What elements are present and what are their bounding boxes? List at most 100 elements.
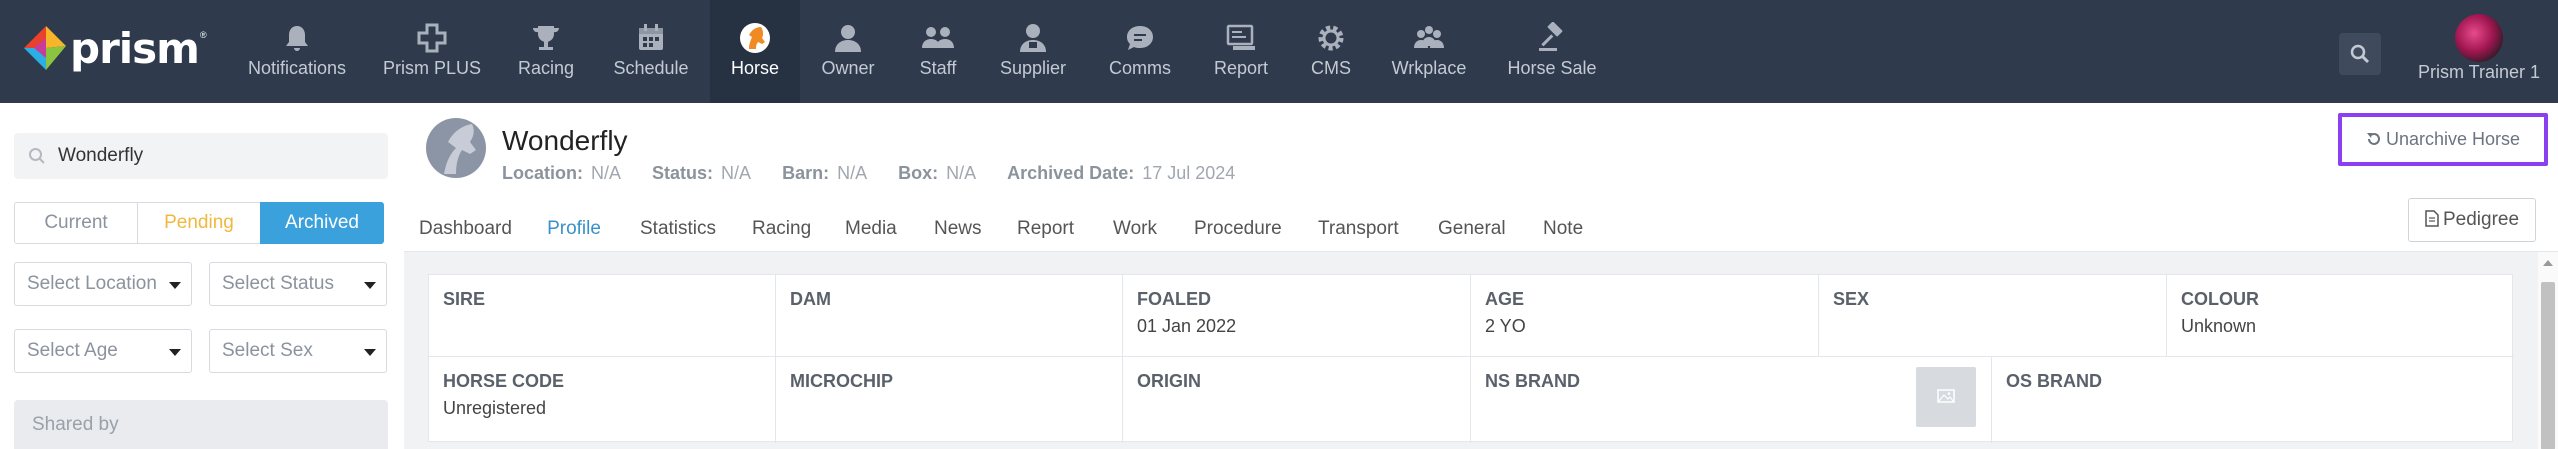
- nav-horse-sale[interactable]: Horse Sale: [1500, 0, 1604, 103]
- nav-racing[interactable]: Racing: [504, 0, 588, 103]
- unarchive-label: Unarchive Horse: [2385, 129, 2521, 149]
- location-label: Location:: [502, 163, 583, 183]
- archived-date-value: 17 Jul 2024: [1142, 163, 1236, 183]
- archived-date-label: Archived Date:: [1007, 163, 1135, 183]
- barn-label: Barn:: [782, 163, 830, 183]
- select-status-dropdown[interactable]: Select Status: [209, 262, 387, 306]
- nav-notifications[interactable]: Notifications: [232, 0, 362, 103]
- user-name: Prism Trainer 1: [2417, 62, 2541, 82]
- shared-by-filter[interactable]: Shared by: [14, 400, 388, 449]
- select-sex-dropdown[interactable]: Select Sex: [209, 329, 387, 373]
- barn-value: N/A: [837, 163, 868, 183]
- bell-icon: [286, 26, 308, 51]
- person-icon: [835, 25, 861, 52]
- location-value: N/A: [591, 163, 622, 183]
- field-label: HORSE CODE: [443, 371, 565, 391]
- horse-meta: Location: N/A Status: N/A Barn: N/A Box: N/A…: [502, 163, 1261, 184]
- nav-prism-plus[interactable]: Prism PLUS: [370, 0, 494, 103]
- select-location-label: Select Location: [27, 273, 157, 294]
- calendar-icon: [639, 24, 663, 50]
- pedigree-label: Pedigree: [2442, 209, 2520, 230]
- scroll-up-arrow-icon[interactable]: [2543, 260, 2553, 266]
- horse-name: Wonderfly: [502, 125, 628, 156]
- user-menu[interactable]: Prism Trainer 1: [2400, 0, 2558, 103]
- horse-list-sidebar: Current Pending Archived Select Location…: [0, 103, 404, 449]
- field-value: Unregistered: [443, 398, 547, 418]
- horse-silhouette-icon: [444, 124, 476, 174]
- profile-card: SIRE DAM FOALED 01 Jan 2022 AGE 2 YO SEX…: [428, 274, 2514, 443]
- global-search-button[interactable]: [2339, 33, 2381, 75]
- nav-label: Report: [1213, 58, 1269, 78]
- nav-staff[interactable]: Staff: [900, 0, 976, 103]
- group-icon: [922, 27, 954, 48]
- nav-schedule[interactable]: Schedule: [604, 0, 698, 103]
- field-label: COLOUR: [2181, 289, 2259, 309]
- nav-comms[interactable]: Comms: [1096, 0, 1184, 103]
- select-location-dropdown[interactable]: Select Location: [14, 262, 192, 306]
- nav-label: Wrkplace: [1391, 58, 1467, 78]
- nav-label: Prism PLUS: [382, 58, 481, 78]
- profile-field-ns-brand: NS BRAND: [1471, 357, 1992, 443]
- undo-icon: [2366, 133, 2380, 145]
- logo-wordmark: prism: [70, 24, 200, 73]
- nav-label: Owner: [821, 58, 875, 78]
- box-label: Box:: [898, 163, 939, 183]
- field-label: OS BRAND: [2006, 371, 2103, 391]
- nav-report[interactable]: Report: [1200, 0, 1282, 103]
- field-label: AGE: [1485, 289, 1525, 309]
- field-label: SIRE: [443, 289, 486, 309]
- user-avatar: [2455, 14, 2503, 62]
- field-label: ORIGIN: [1137, 371, 1202, 391]
- plus-cross-icon: [417, 23, 447, 53]
- profile-field-colour: COLOUR Unknown: [2167, 275, 2514, 357]
- trophy-icon: [532, 26, 560, 50]
- caret-down-icon: [364, 349, 376, 356]
- profile-field-microchip: MICROCHIP: [776, 357, 1123, 443]
- caret-down-icon: [364, 282, 376, 289]
- scrollbar-thumb[interactable]: [2541, 282, 2555, 449]
- profile-content: SIRE DAM FOALED 01 Jan 2022 AGE 2 YO SEX…: [404, 251, 2558, 449]
- horse-search: [14, 133, 388, 179]
- nav-label: Racing: [517, 58, 575, 78]
- field-label: SEX: [1833, 289, 1870, 309]
- unarchive-horse-button[interactable]: Unarchive Horse: [2338, 113, 2548, 166]
- nav-owner[interactable]: Owner: [808, 0, 888, 103]
- nav-horse[interactable]: Horse: [710, 0, 800, 103]
- supplier-icon: [1020, 24, 1046, 52]
- filter-pending-button[interactable]: Pending: [137, 202, 261, 244]
- caret-down-icon: [169, 349, 181, 356]
- caret-down-icon: [169, 282, 181, 289]
- nav-label: Schedule: [613, 58, 689, 78]
- gavel-icon: [1539, 22, 1563, 51]
- search-icon: [29, 148, 45, 164]
- nav-label: Supplier: [999, 58, 1067, 78]
- pedigree-button[interactable]: Pedigree: [2408, 198, 2536, 242]
- horse-avatar: [426, 118, 486, 178]
- document-icon: [2425, 210, 2439, 227]
- content-scrollbar[interactable]: [2538, 252, 2558, 449]
- chat-bubble-icon: [1127, 26, 1153, 50]
- nav-label: Staff: [919, 58, 957, 78]
- status-value: N/A: [721, 163, 752, 183]
- nav-label: Notifications: [247, 58, 347, 78]
- filter-current-button[interactable]: Current: [14, 202, 138, 244]
- profile-field-foaled: FOALED 01 Jan 2022: [1123, 275, 1471, 357]
- report-icon: [1226, 24, 1255, 50]
- nav-wrkplace[interactable]: Wrkplace: [1384, 0, 1474, 103]
- profile-field-sex: SEX: [1819, 275, 2167, 357]
- nav-supplier[interactable]: Supplier: [990, 0, 1076, 103]
- prism-logo[interactable]: prism ®: [18, 20, 208, 80]
- horse-search-input[interactable]: [58, 133, 378, 179]
- profile-field-sire: SIRE: [429, 275, 776, 357]
- nav-label: Horse: [730, 58, 779, 78]
- ns-brand-image[interactable]: [1916, 367, 1976, 427]
- filter-archived-button[interactable]: Archived: [260, 202, 384, 244]
- select-age-dropdown[interactable]: Select Age: [14, 329, 192, 373]
- nav-cms[interactable]: CMS: [1298, 0, 1364, 103]
- profile-field-horse-code: HORSE CODE Unregistered: [429, 357, 776, 443]
- nav-label: Horse Sale: [1507, 58, 1597, 78]
- field-label: MICROCHIP: [790, 371, 893, 391]
- field-label: NS BRAND: [1485, 371, 1581, 391]
- field-label: FOALED: [1137, 289, 1211, 309]
- box-value: N/A: [946, 163, 977, 183]
